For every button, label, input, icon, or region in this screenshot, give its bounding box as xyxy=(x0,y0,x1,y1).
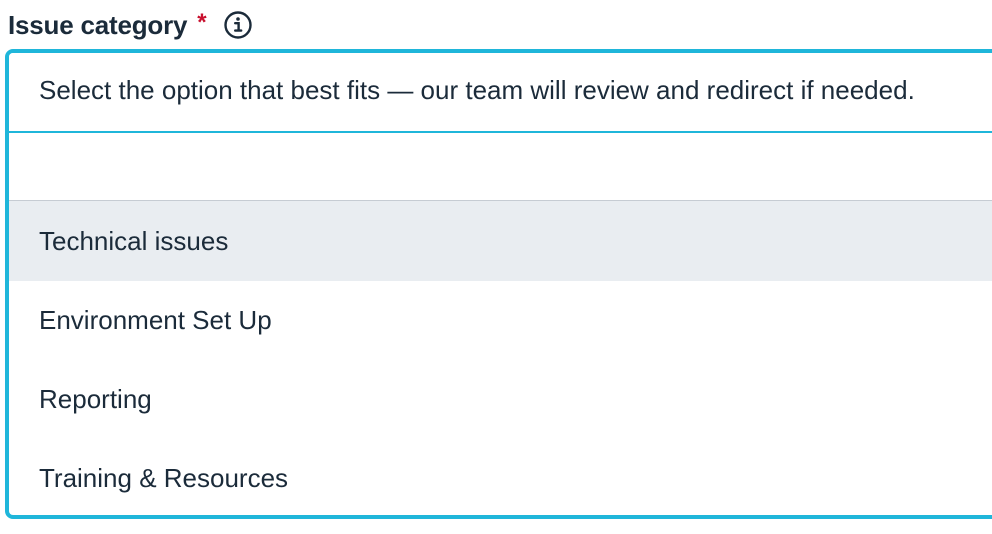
issue-category-dropdown[interactable]: Select the option that best fits — our t… xyxy=(5,49,992,519)
info-circle-icon[interactable] xyxy=(223,10,253,40)
option-label: Training & Resources xyxy=(39,463,289,493)
required-marker: * xyxy=(197,9,207,36)
option-environment-set-up[interactable]: Environment Set Up xyxy=(9,281,992,360)
option-reporting[interactable]: Reporting xyxy=(9,360,992,439)
option-label: Reporting xyxy=(39,384,152,414)
dropdown-hint: Select the option that best fits — our t… xyxy=(39,75,915,105)
option-training-resources[interactable]: Training & Resources xyxy=(9,439,992,515)
issue-category-field: Issue category * Select the option that … xyxy=(0,0,992,534)
underlying-field-edge xyxy=(5,519,992,534)
options-list: Technical issues Environment Set Up Repo… xyxy=(9,201,992,515)
hint-area: Select the option that best fits — our t… xyxy=(9,53,992,133)
field-label-row: Issue category * xyxy=(8,6,253,44)
option-label: Technical issues xyxy=(39,225,229,256)
field-label: Issue category xyxy=(8,9,188,40)
option-label: Environment Set Up xyxy=(39,305,272,335)
dropdown-search-input[interactable] xyxy=(9,133,992,201)
option-technical-issues[interactable]: Technical issues xyxy=(9,201,992,281)
